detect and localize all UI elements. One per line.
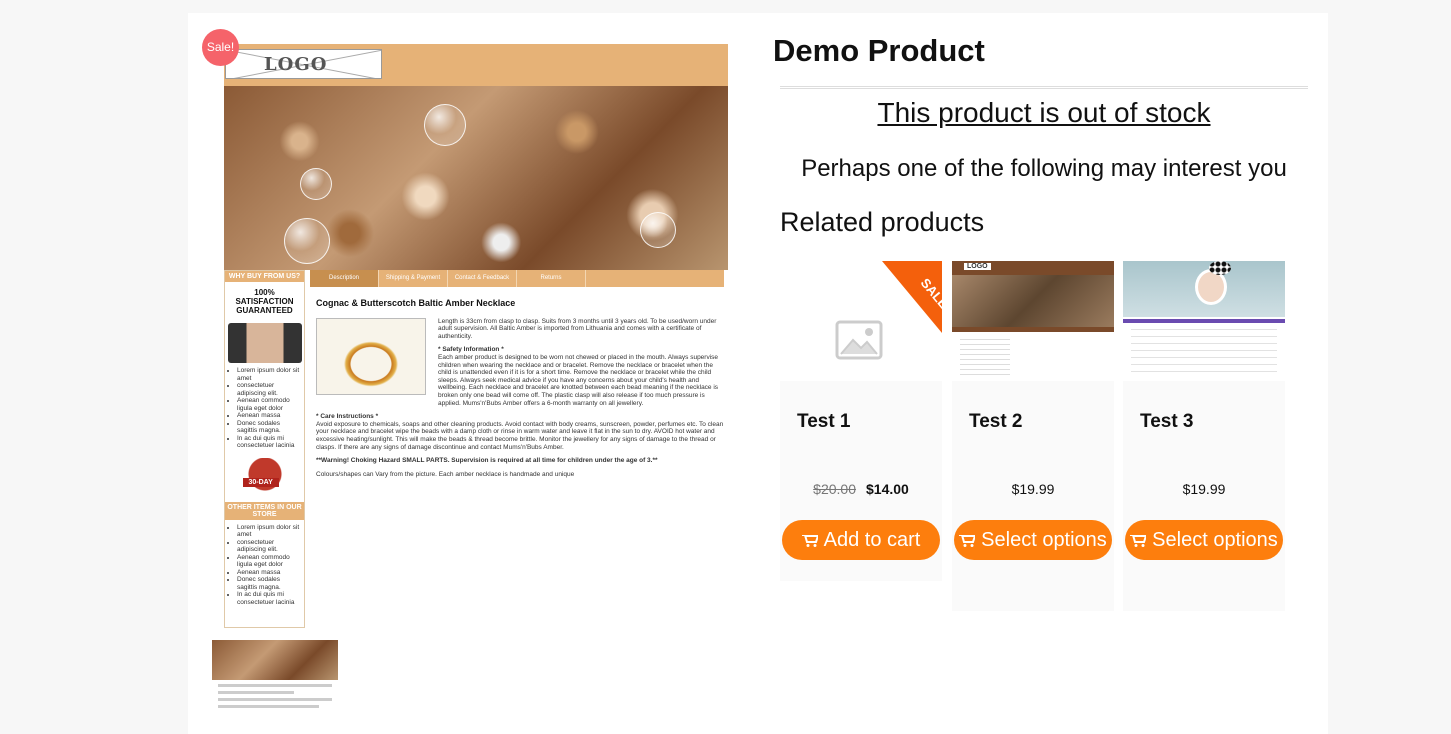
button-label: Select options <box>981 529 1107 551</box>
list-item: consectetuer adipiscing elit. <box>237 382 302 397</box>
related-products-heading: Related products <box>780 207 985 237</box>
tab-description: Description <box>310 270 379 287</box>
mini-header: LOGO <box>952 261 1114 275</box>
related-product-card: Test 3 $19.99 Select options <box>1123 261 1285 611</box>
image-sidebar: WHY BUY FROM US? 100% SATISFACTION GUARA… <box>224 270 305 628</box>
mini-sidebar <box>960 339 1010 377</box>
image-placeholder-icon <box>835 320 883 360</box>
bubble <box>284 218 330 264</box>
bubble <box>640 212 676 248</box>
thumbnail-line <box>218 698 332 701</box>
list-item: Donec sodales sagittis magna. <box>237 576 302 591</box>
girl-image <box>1123 261 1285 317</box>
list-item: In ac dui quis mi consectetuer lacinia <box>237 591 302 606</box>
out-of-stock-notice: This product is out of stock <box>877 97 1211 128</box>
mini-tabs <box>952 327 1114 332</box>
sale-price: $14.00 <box>866 481 909 497</box>
hammer-image <box>952 275 1114 327</box>
list-item: Lorem ipsum dolor sit amet <box>237 524 302 539</box>
list-item: Donec sodales sagittis magna. <box>237 420 302 435</box>
old-price: $20.00 <box>813 481 856 497</box>
product-name[interactable]: Test 3 <box>1140 411 1194 433</box>
list-item: Aenean commodo ligula eget dolor <box>237 397 302 412</box>
product-page: LOGO WHY BUY FROM US? 100% SATISFACTION … <box>188 13 1328 734</box>
gallery-thumbnail[interactable] <box>212 640 338 734</box>
mini-logo: LOGO <box>964 263 991 270</box>
product-image[interactable]: SALE! <box>780 261 942 381</box>
product-name[interactable]: Test 2 <box>969 411 1023 433</box>
thumbnail-banner <box>212 640 338 680</box>
product-image[interactable] <box>1123 261 1285 381</box>
related-product-card: LOGO Test 2 $19.99 Select options <box>952 261 1114 611</box>
care-text: Avoid exposure to chemicals, soaps and o… <box>316 420 724 451</box>
description-tabs: Description Shipping & Payment Contact &… <box>310 270 724 287</box>
cart-icon <box>959 534 976 547</box>
add-to-cart-button[interactable]: Add to cart <box>782 520 940 560</box>
care-title: * Care Instructions * <box>316 413 379 421</box>
product-price: $20.00 $14.00 <box>780 481 942 497</box>
tab-contact: Contact & Feedback <box>448 270 517 287</box>
button-label: Select options <box>1152 529 1278 551</box>
badge-text: 30-DAY <box>242 477 279 487</box>
product-name[interactable]: Test 1 <box>797 411 851 433</box>
cart-icon <box>1130 534 1147 547</box>
warning-text: **Warning! Choking Hazard SMALL PARTS. S… <box>316 457 658 465</box>
product-title: Demo Product <box>773 33 985 68</box>
product-price: $19.99 <box>1011 481 1055 497</box>
polka-bow <box>1209 261 1231 275</box>
product-price: $19.99 <box>1182 481 1226 497</box>
sale-ribbon: SALE! <box>882 261 942 333</box>
thumbnail-line <box>218 684 332 687</box>
divider <box>780 86 1308 89</box>
logo-text: LOGO <box>264 54 328 75</box>
list-item: Aenean massa <box>237 412 302 420</box>
interest-text: Perhaps one of the following may interes… <box>801 155 1287 182</box>
product-image[interactable]: LOGO <box>952 261 1114 381</box>
amber-banner-image <box>224 86 728 270</box>
handshake-image <box>227 323 302 363</box>
list-item: Aenean commodo ligula eget dolor <box>237 554 302 569</box>
logo: LOGO <box>225 49 382 79</box>
sale-badge: Sale! <box>202 29 239 66</box>
bubble <box>424 104 466 146</box>
button-label: Add to cart <box>823 529 921 551</box>
sidebar-list: Lorem ipsum dolor sit amet consectetuer … <box>225 524 304 607</box>
guarantee-text: 100% SATISFACTION GUARANTEED <box>235 288 294 315</box>
cart-icon <box>801 534 818 547</box>
sidebar-list: Lorem ipsum dolor sit amet consectetuer … <box>225 367 304 450</box>
related-product-card: SALE! Test 1 $20.00 $14.00 Add to cart <box>780 261 942 581</box>
why-buy-heading: WHY BUY FROM US? <box>225 271 304 282</box>
list-item: Lorem ipsum dolor sit amet <box>237 367 302 382</box>
description-heading: Cognac & Butterscotch Baltic Amber Neckl… <box>316 298 516 308</box>
bubble <box>300 168 332 200</box>
necklace-image <box>316 317 426 395</box>
list-item: Aenean massa <box>237 569 302 577</box>
select-options-button[interactable]: Select options <box>954 520 1112 560</box>
description-content: Cognac & Butterscotch Baltic Amber Neckl… <box>316 298 726 478</box>
tab-returns: Returns <box>517 270 586 287</box>
tab-shipping: Shipping & Payment <box>379 270 448 287</box>
list-item: consectetuer adipiscing elit. <box>237 539 302 554</box>
other-items-heading: OTHER ITEMS IN OUR STORE <box>225 501 304 520</box>
thumbnail-line <box>218 691 294 694</box>
colours-text: Colours/shapes can Vary from the picture… <box>316 470 575 478</box>
product-main-image[interactable]: LOGO WHY BUY FROM US? 100% SATISFACTION … <box>224 44 730 644</box>
image-header-bar: LOGO <box>224 44 728 86</box>
mini-tabs <box>1123 319 1285 323</box>
select-options-button[interactable]: Select options <box>1125 520 1283 560</box>
thumbnail-line <box>218 705 319 708</box>
guarantee-badge-icon: 30-DAY <box>234 457 295 498</box>
mini-content <box>1131 329 1277 373</box>
list-item: In ac dui quis mi consectetuer lacinia <box>237 435 302 450</box>
